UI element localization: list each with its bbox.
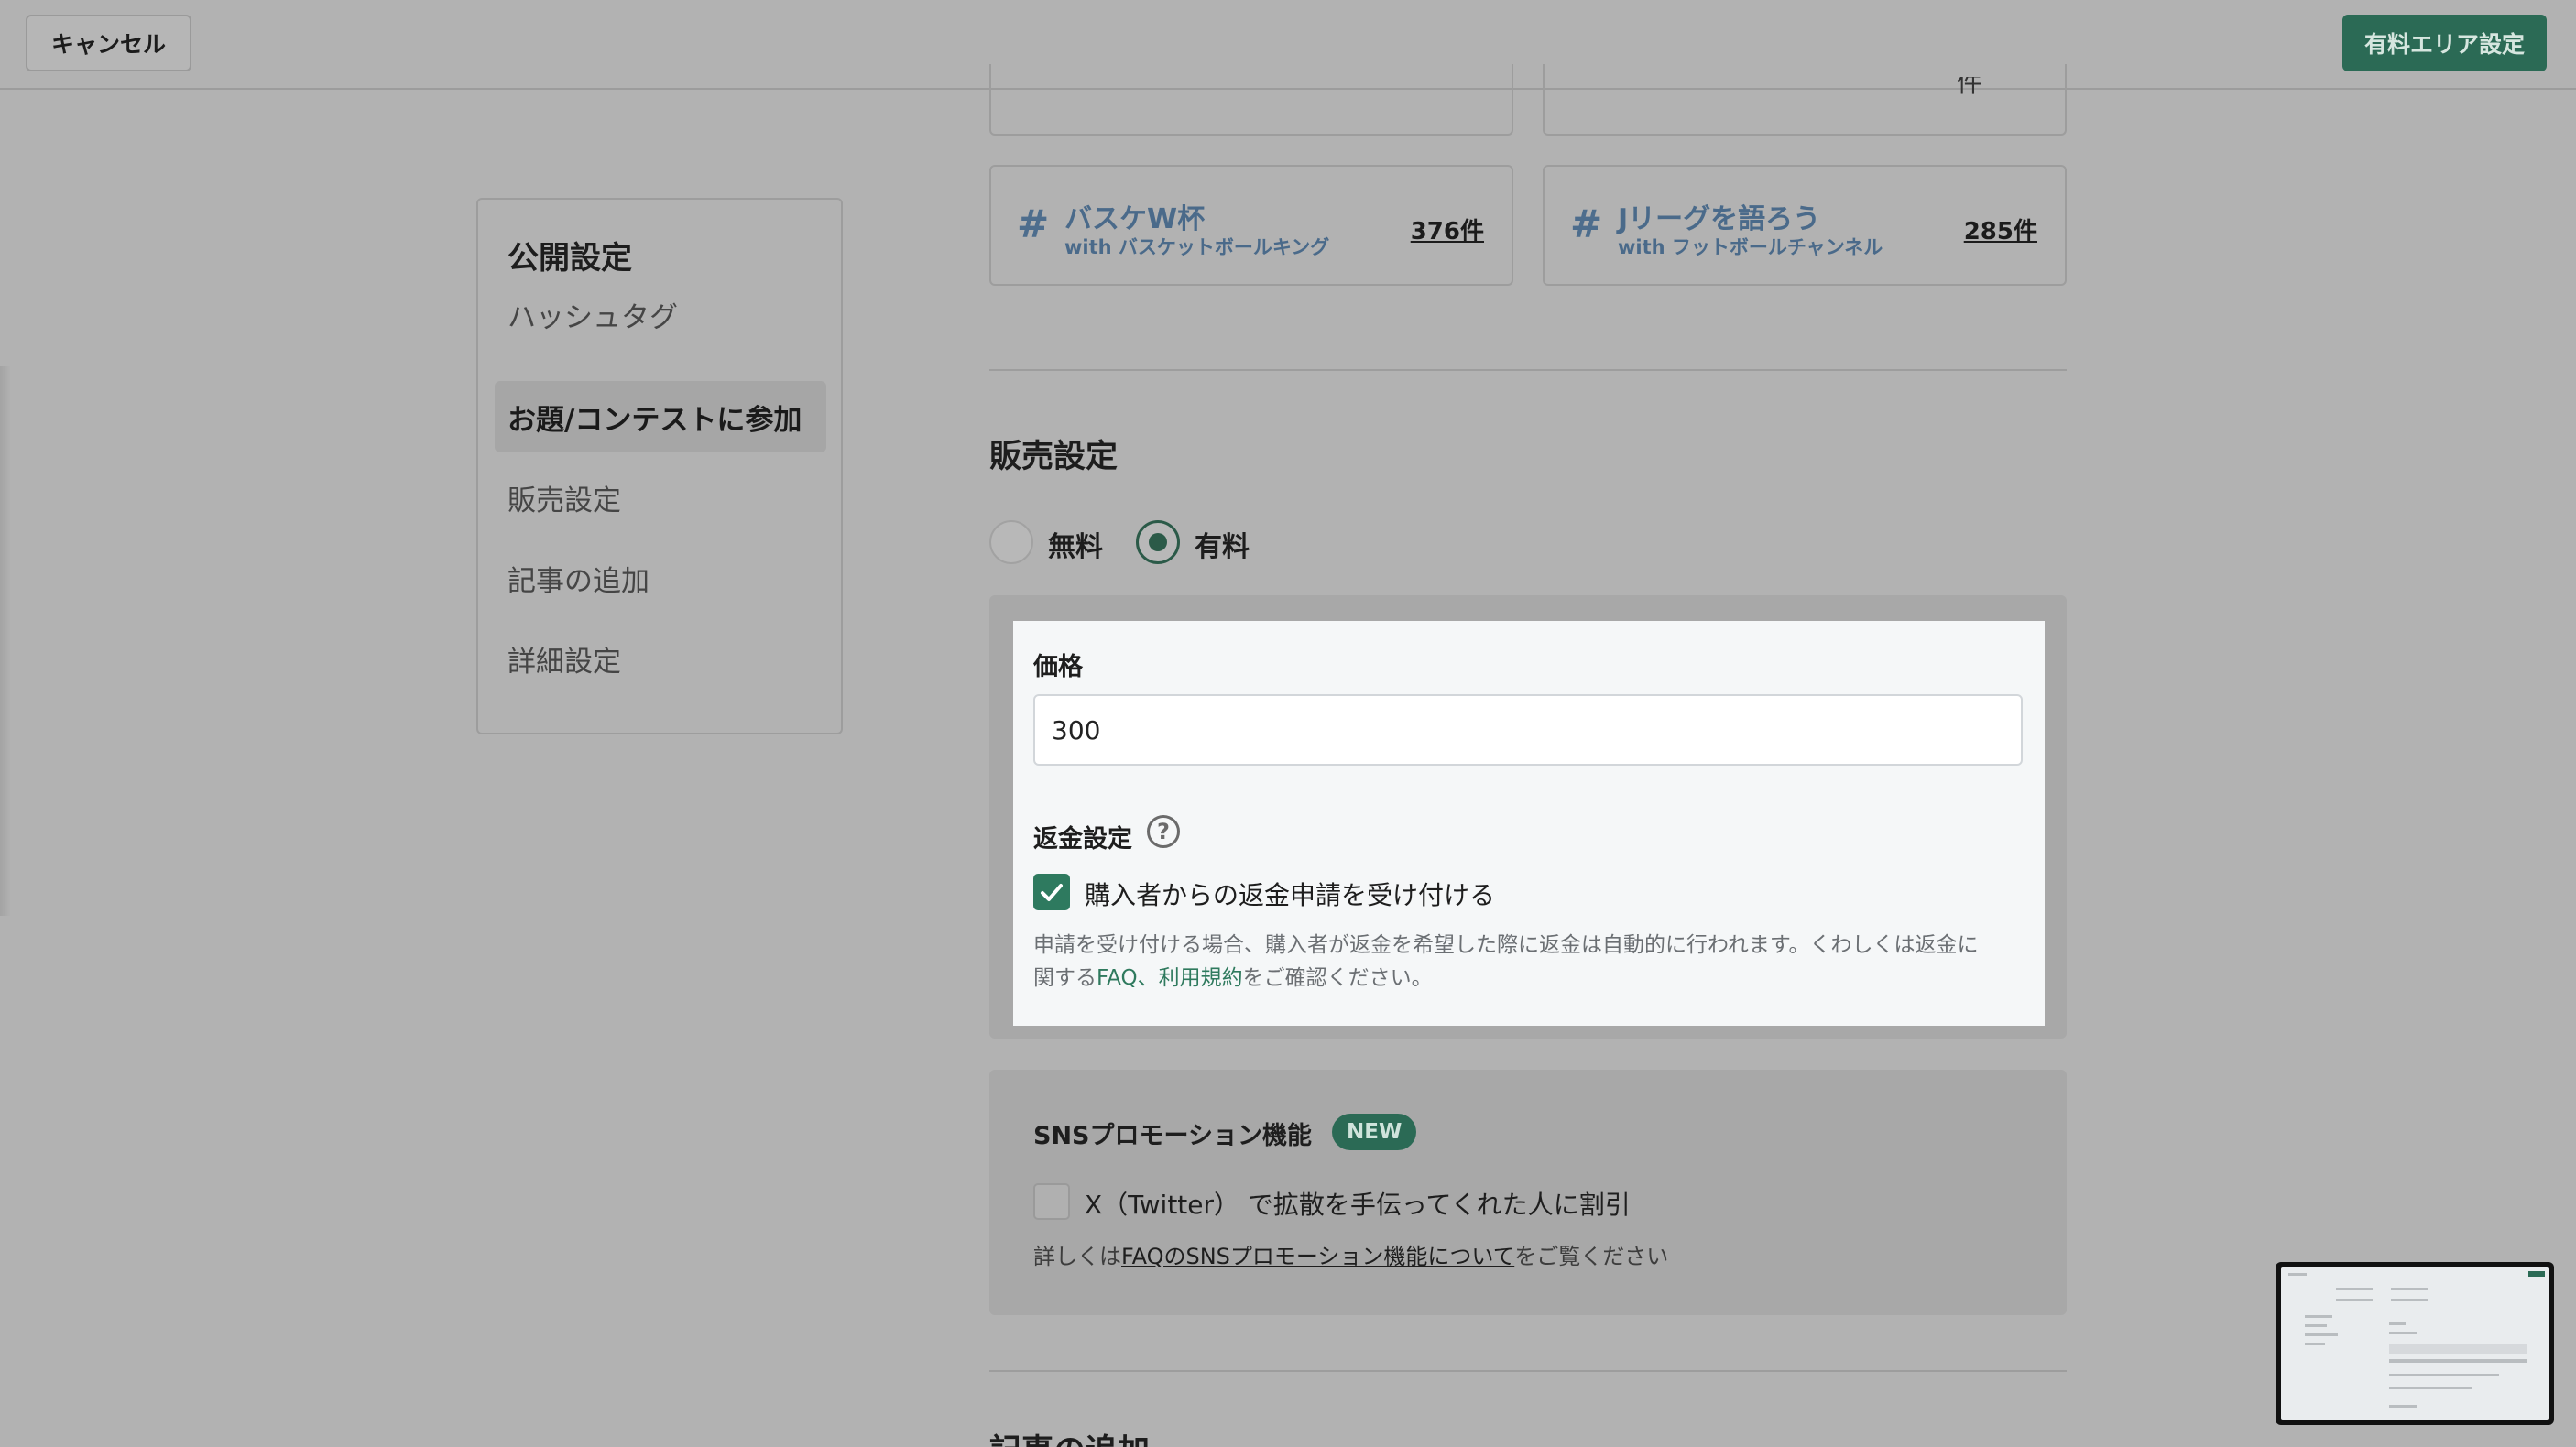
price-input[interactable]: 300 [1033, 694, 2023, 766]
minimap-line [2389, 1374, 2499, 1376]
toc-item-contest[interactable]: お題/コンテストに参加 [495, 381, 826, 452]
refund-note-line1: 申請を受け付ける場合、購入者が返金を希望した際に返金は自動的に行われます。くわし… [1033, 933, 1979, 957]
minimap-line [2389, 1344, 2527, 1354]
sns-note: 詳しくはFAQのSNSプロモーション機能についてをご覧ください [1033, 1238, 1668, 1270]
paid-area-settings-button[interactable]: 有料エリア設定 [2341, 15, 2547, 71]
minimap-line [2389, 1387, 2472, 1389]
minimap-line [2336, 1299, 2373, 1301]
price-label: 価格 [1033, 653, 1083, 681]
note-separator: 、 [1137, 966, 1159, 990]
radio-paid-label[interactable]: 有料 [1195, 524, 1250, 564]
minimap-line [2305, 1315, 2332, 1318]
refund-checkbox-label[interactable]: 購入者からの返金申請を受け付ける [1085, 876, 1495, 912]
minimap-accent [2528, 1271, 2545, 1277]
refund-checkbox[interactable] [1033, 874, 1070, 910]
minimap-line [2391, 1288, 2428, 1290]
hashtag-count: 285件 [1963, 218, 2037, 245]
cancel-button[interactable]: キャンセル [26, 15, 192, 71]
hash-icon: # [1017, 201, 1050, 246]
minimap-line [2389, 1322, 2406, 1325]
hashtag-card-partial[interactable] [989, 64, 1513, 136]
minimap-line [2288, 1273, 2307, 1276]
section-divider [989, 1370, 2067, 1372]
faq-link[interactable]: FAQ [1097, 966, 1138, 990]
hashtag-count-partial: 件 [1956, 77, 1982, 98]
minimap-line [2336, 1288, 2373, 1290]
toc-item-sales[interactable]: 販売設定 [495, 462, 826, 533]
sns-discount-label[interactable]: X（Twitter） で拡散を手伝ってくれた人に割引 [1085, 1185, 1631, 1222]
minimap-line [2389, 1332, 2417, 1334]
page-minimap[interactable] [2276, 1262, 2554, 1425]
minimap-line [2305, 1343, 2325, 1345]
hashtag-name: バスケW杯 [1064, 203, 1206, 235]
hashtag-sponsor: with バスケットボールキング [1064, 236, 1330, 258]
minimap-line [2391, 1299, 2428, 1301]
help-icon-glyph: ? [1157, 819, 1170, 844]
toc-item-hashtag[interactable]: ハッシュタグ [495, 278, 826, 350]
hashtag-name: Jリーグを語ろう [1618, 203, 1821, 235]
settings-toc: 公開設定 ハッシュタグ お題/コンテストに参加 販売設定 記事の追加 詳細設定 [476, 198, 843, 734]
minimap-preview [2281, 1267, 2549, 1420]
toc-item-add-article[interactable]: 記事の追加 [495, 542, 826, 614]
add-article-section-title: 記事の追加 [989, 1425, 1150, 1447]
help-icon[interactable]: ? [1147, 815, 1180, 848]
new-badge: NEW [1332, 1114, 1417, 1150]
hashtag-card[interactable]: # バスケW杯 with バスケットボールキング 376件 [989, 165, 1513, 286]
minimap-line [2305, 1324, 2327, 1327]
sales-section-title: 販売設定 [989, 439, 1119, 475]
editor-publish-settings: キャンセル 有料エリア設定 公開設定 ハッシュタグ お題/コンテストに参加 販売… [0, 0, 2576, 1447]
left-edge-shadow [0, 366, 11, 916]
sns-faq-link[interactable]: FAQのSNSプロモーション機能について [1121, 1244, 1514, 1269]
hash-icon: # [1570, 201, 1603, 246]
refund-label: 返金設定 [1033, 825, 1132, 854]
minimap-line [2389, 1405, 2417, 1408]
toc-title: 公開設定 [508, 240, 632, 277]
refund-note-prefix: 関する [1033, 966, 1097, 990]
hashtag-card-partial[interactable]: 件 [1543, 64, 2067, 136]
hashtag-count: 376件 [1410, 218, 1484, 245]
minimap-line [2305, 1333, 2338, 1336]
sns-note-prefix: 詳しくは [1033, 1244, 1121, 1269]
radio-paid[interactable] [1136, 520, 1180, 564]
hashtag-sponsor: with フットボールチャンネル [1618, 236, 1883, 258]
check-icon [1041, 884, 1063, 901]
sns-promotion-title: SNSプロモーション機能 [1033, 1122, 1312, 1150]
sns-discount-checkbox[interactable] [1033, 1183, 1070, 1220]
refund-note: 申請を受け付ける場合、購入者が返金を希望した際に返金は自動的に行われます。くわし… [1033, 929, 2032, 995]
radio-free-label[interactable]: 無料 [1048, 524, 1103, 564]
section-divider [989, 369, 2067, 371]
terms-link[interactable]: 利用規約 [1159, 966, 1243, 990]
refund-note-suffix: をご確認ください。 [1242, 966, 1433, 990]
sns-note-suffix: をご覧ください [1514, 1244, 1669, 1269]
toc-item-advanced[interactable]: 詳細設定 [495, 623, 826, 694]
radio-free[interactable] [989, 520, 1033, 564]
minimap-line [2389, 1359, 2527, 1363]
hashtag-card[interactable]: # Jリーグを語ろう with フットボールチャンネル 285件 [1543, 165, 2067, 286]
